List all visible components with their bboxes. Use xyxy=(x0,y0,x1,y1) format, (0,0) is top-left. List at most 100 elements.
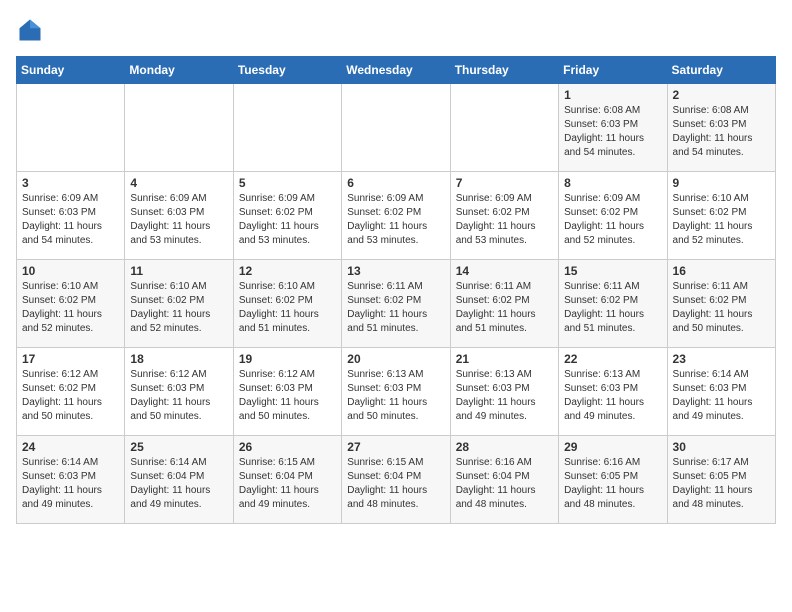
day-number: 3 xyxy=(22,176,119,190)
day-info: Sunrise: 6:13 AMSunset: 6:03 PMDaylight:… xyxy=(347,368,444,424)
calendar-week-row: 24 Sunrise: 6:14 AMSunset: 6:03 PMDayligh… xyxy=(17,436,776,524)
calendar-cell xyxy=(17,84,125,172)
day-number: 30 xyxy=(673,440,770,454)
calendar-cell: 15 Sunrise: 6:11 AMSunset: 6:02 PMDayligh… xyxy=(559,260,667,348)
day-number: 23 xyxy=(673,352,770,366)
day-number: 4 xyxy=(130,176,227,190)
weekday-header: Friday xyxy=(559,57,667,84)
calendar-cell: 26Sunrise: 6:15 AMSunset: 6:04 PMDayligh… xyxy=(233,436,341,524)
logo-icon xyxy=(16,16,44,44)
calendar-cell: 25 Sunrise: 6:14 AMSunset: 6:04 PMDayligh… xyxy=(125,436,233,524)
calendar-cell: 8 Sunrise: 6:09 AMSunset: 6:02 PMDaylight… xyxy=(559,172,667,260)
day-info: Sunrise: 6:09 AMSunset: 6:02 PMDaylight:… xyxy=(456,192,553,248)
calendar-cell: 18 Sunrise: 6:12 AMSunset: 6:03 PMDayligh… xyxy=(125,348,233,436)
day-number: 7 xyxy=(456,176,553,190)
day-number: 13 xyxy=(347,264,444,278)
day-info: Sunrise: 6:11 AMSunset: 6:02 PMDaylight:… xyxy=(347,280,444,336)
calendar-cell xyxy=(233,84,341,172)
calendar-cell: 22Sunrise: 6:13 AMSunset: 6:03 PMDayligh… xyxy=(559,348,667,436)
day-info: Sunrise: 6:16 AMSunset: 6:04 PMDaylight:… xyxy=(456,456,553,512)
calendar-week-row: 3 Sunrise: 6:09 AMSunset: 6:03 PMDaylight… xyxy=(17,172,776,260)
day-info: Sunrise: 6:14 AMSunset: 6:03 PMDaylight:… xyxy=(673,368,770,424)
day-info: Sunrise: 6:16 AMSunset: 6:05 PMDaylight:… xyxy=(564,456,661,512)
day-number: 1 xyxy=(564,88,661,102)
day-number: 17 xyxy=(22,352,119,366)
day-number: 27 xyxy=(347,440,444,454)
day-info: Sunrise: 6:09 AMSunset: 6:02 PMDaylight:… xyxy=(239,192,336,248)
weekday-header: Monday xyxy=(125,57,233,84)
day-info: Sunrise: 6:10 AMSunset: 6:02 PMDaylight:… xyxy=(673,192,770,248)
calendar-cell: 12 Sunrise: 6:10 AMSunset: 6:02 PMDayligh… xyxy=(233,260,341,348)
day-info: Sunrise: 6:09 AMSunset: 6:02 PMDaylight:… xyxy=(347,192,444,248)
calendar-cell: 21 Sunrise: 6:13 AMSunset: 6:03 PMDayligh… xyxy=(450,348,558,436)
day-info: Sunrise: 6:11 AMSunset: 6:02 PMDaylight:… xyxy=(673,280,770,336)
day-number: 5 xyxy=(239,176,336,190)
day-number: 19 xyxy=(239,352,336,366)
day-number: 20 xyxy=(347,352,444,366)
day-info: Sunrise: 6:09 AMSunset: 6:03 PMDaylight:… xyxy=(22,192,119,248)
calendar-cell: 4Sunrise: 6:09 AMSunset: 6:03 PMDaylight… xyxy=(125,172,233,260)
day-number: 9 xyxy=(673,176,770,190)
day-number: 8 xyxy=(564,176,661,190)
day-number: 14 xyxy=(456,264,553,278)
day-info: Sunrise: 6:08 AMSunset: 6:03 PMDaylight:… xyxy=(564,104,661,160)
day-number: 28 xyxy=(456,440,553,454)
day-number: 2 xyxy=(673,88,770,102)
calendar-cell: 19 Sunrise: 6:12 AMSunset: 6:03 PMDayligh… xyxy=(233,348,341,436)
day-number: 18 xyxy=(130,352,227,366)
day-info: Sunrise: 6:14 AMSunset: 6:03 PMDaylight:… xyxy=(22,456,119,512)
weekday-header: Wednesday xyxy=(342,57,450,84)
day-info: Sunrise: 6:12 AMSunset: 6:03 PMDaylight:… xyxy=(130,368,227,424)
day-info: Sunrise: 6:15 AMSunset: 6:04 PMDaylight:… xyxy=(347,456,444,512)
calendar-cell xyxy=(125,84,233,172)
calendar-cell: 14 Sunrise: 6:11 AMSunset: 6:02 PMDayligh… xyxy=(450,260,558,348)
day-number: 24 xyxy=(22,440,119,454)
day-info: Sunrise: 6:09 AMSunset: 6:02 PMDaylight:… xyxy=(564,192,661,248)
day-info: Sunrise: 6:12 AMSunset: 6:03 PMDaylight:… xyxy=(239,368,336,424)
calendar-cell: 9 Sunrise: 6:10 AMSunset: 6:02 PMDaylight… xyxy=(667,172,775,260)
calendar-cell: 28 Sunrise: 6:16 AMSunset: 6:04 PMDayligh… xyxy=(450,436,558,524)
day-info: Sunrise: 6:11 AMSunset: 6:02 PMDaylight:… xyxy=(456,280,553,336)
day-info: Sunrise: 6:10 AMSunset: 6:02 PMDaylight:… xyxy=(130,280,227,336)
calendar-cell: 11Sunrise: 6:10 AMSunset: 6:02 PMDayligh… xyxy=(125,260,233,348)
day-info: Sunrise: 6:11 AMSunset: 6:02 PMDaylight:… xyxy=(564,280,661,336)
calendar-week-row: 10Sunrise: 6:10 AMSunset: 6:02 PMDayligh… xyxy=(17,260,776,348)
day-info: Sunrise: 6:12 AMSunset: 6:02 PMDaylight:… xyxy=(22,368,119,424)
weekday-header: Thursday xyxy=(450,57,558,84)
calendar-cell: 7 Sunrise: 6:09 AMSunset: 6:02 PMDaylight… xyxy=(450,172,558,260)
day-number: 15 xyxy=(564,264,661,278)
day-info: Sunrise: 6:10 AMSunset: 6:02 PMDaylight:… xyxy=(239,280,336,336)
weekday-header: Tuesday xyxy=(233,57,341,84)
calendar-cell: 24 Sunrise: 6:14 AMSunset: 6:03 PMDayligh… xyxy=(17,436,125,524)
calendar-table: SundayMondayTuesdayWednesdayThursdayFrid… xyxy=(16,56,776,524)
day-number: 12 xyxy=(239,264,336,278)
calendar-cell xyxy=(450,84,558,172)
day-info: Sunrise: 6:13 AMSunset: 6:03 PMDaylight:… xyxy=(456,368,553,424)
calendar-cell: 13 Sunrise: 6:11 AMSunset: 6:02 PMDayligh… xyxy=(342,260,450,348)
calendar-cell: 5 Sunrise: 6:09 AMSunset: 6:02 PMDaylight… xyxy=(233,172,341,260)
calendar-cell: 10Sunrise: 6:10 AMSunset: 6:02 PMDayligh… xyxy=(17,260,125,348)
day-info: Sunrise: 6:10 AMSunset: 6:02 PMDaylight:… xyxy=(22,280,119,336)
calendar-cell: 3 Sunrise: 6:09 AMSunset: 6:03 PMDaylight… xyxy=(17,172,125,260)
calendar-cell: 16Sunrise: 6:11 AMSunset: 6:02 PMDayligh… xyxy=(667,260,775,348)
day-number: 29 xyxy=(564,440,661,454)
calendar-cell: 17 Sunrise: 6:12 AMSunset: 6:02 PMDayligh… xyxy=(17,348,125,436)
calendar-cell: 27 Sunrise: 6:15 AMSunset: 6:04 PMDayligh… xyxy=(342,436,450,524)
logo xyxy=(16,16,48,44)
weekday-header: Saturday xyxy=(667,57,775,84)
weekday-header-row: SundayMondayTuesdayWednesdayThursdayFrid… xyxy=(17,57,776,84)
calendar-week-row: 17 Sunrise: 6:12 AMSunset: 6:02 PMDayligh… xyxy=(17,348,776,436)
day-info: Sunrise: 6:14 AMSunset: 6:04 PMDaylight:… xyxy=(130,456,227,512)
day-number: 21 xyxy=(456,352,553,366)
day-number: 25 xyxy=(130,440,227,454)
calendar-cell: 29 Sunrise: 6:16 AMSunset: 6:05 PMDayligh… xyxy=(559,436,667,524)
day-info: Sunrise: 6:13 AMSunset: 6:03 PMDaylight:… xyxy=(564,368,661,424)
calendar-cell: 30Sunrise: 6:17 AMSunset: 6:05 PMDayligh… xyxy=(667,436,775,524)
calendar-week-row: 1 Sunrise: 6:08 AMSunset: 6:03 PMDaylight… xyxy=(17,84,776,172)
calendar-cell: 6Sunrise: 6:09 AMSunset: 6:02 PMDaylight… xyxy=(342,172,450,260)
calendar-cell xyxy=(342,84,450,172)
calendar-cell: 1 Sunrise: 6:08 AMSunset: 6:03 PMDaylight… xyxy=(559,84,667,172)
calendar-cell: 2Sunrise: 6:08 AMSunset: 6:03 PMDaylight… xyxy=(667,84,775,172)
page-header xyxy=(16,16,776,44)
day-info: Sunrise: 6:15 AMSunset: 6:04 PMDaylight:… xyxy=(239,456,336,512)
